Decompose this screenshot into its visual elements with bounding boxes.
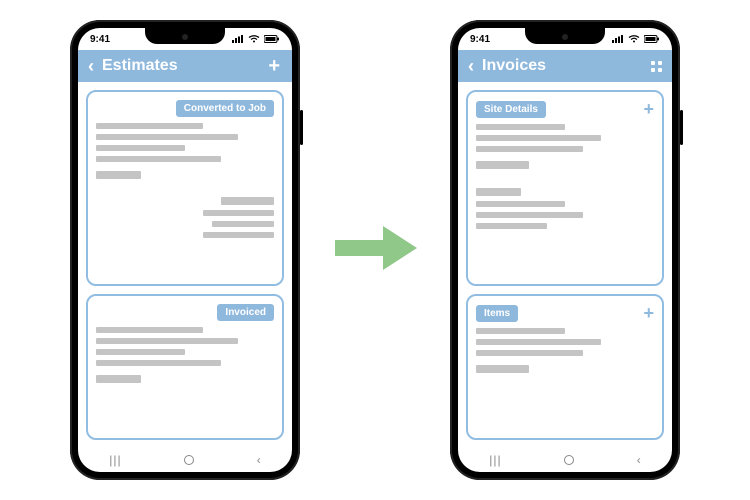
signal-icon — [232, 35, 244, 43]
add-site-detail-button[interactable]: + — [643, 100, 654, 118]
flow-arrow-icon — [325, 218, 425, 283]
estimate-card[interactable]: Invoiced — [86, 294, 284, 440]
phone-notch — [525, 28, 605, 44]
status-time: 9:41 — [90, 34, 110, 45]
section-card-site-details: Site Details + — [466, 90, 664, 286]
skeleton-line — [96, 375, 141, 383]
recents-button[interactable]: ||| — [489, 453, 501, 467]
status-badge: Converted to Job — [176, 100, 274, 117]
android-nav-bar: ||| ‹ — [458, 448, 672, 472]
skeleton-line — [476, 212, 583, 218]
back-button[interactable]: ‹ — [468, 57, 474, 75]
section-badge: Site Details — [476, 101, 546, 118]
skeleton-line — [203, 232, 274, 238]
skeleton-line — [476, 161, 529, 169]
app-header: ‹ Invoices — [458, 50, 672, 82]
skeleton-line — [96, 134, 238, 140]
skeleton-line — [476, 223, 547, 229]
battery-icon — [264, 35, 280, 43]
skeleton-line — [96, 171, 141, 179]
signal-icon — [612, 35, 624, 43]
home-button[interactable] — [184, 455, 194, 465]
phone-notch — [145, 28, 225, 44]
back-button[interactable]: ‹ — [88, 57, 94, 75]
section-card-items: Items + — [466, 294, 664, 440]
skeleton-line — [96, 349, 185, 355]
skeleton-line — [476, 188, 521, 196]
estimate-card[interactable]: Converted to Job — [86, 90, 284, 286]
skeleton-line — [476, 201, 565, 207]
recents-button[interactable]: ||| — [109, 453, 121, 467]
skeleton-line — [212, 221, 274, 227]
skeleton-line — [476, 350, 583, 356]
wifi-icon — [628, 35, 640, 43]
skeleton-line — [476, 339, 601, 345]
skeleton-line — [476, 124, 565, 130]
phone-mockup-estimates: 9:41 ‹ Estimates + Converted to Job — [70, 20, 300, 480]
content-area: Site Details + Items — [458, 82, 672, 448]
skeleton-line — [203, 210, 274, 216]
status-icons — [232, 35, 280, 43]
skeleton-line — [476, 135, 601, 141]
app-header: ‹ Estimates + — [78, 50, 292, 82]
content-area: Converted to Job — [78, 82, 292, 448]
section-badge: Items — [476, 305, 518, 322]
skeleton-line — [96, 123, 203, 129]
status-badge: Invoiced — [217, 304, 274, 321]
back-nav-button[interactable]: ‹ — [637, 453, 641, 467]
skeleton-line — [96, 156, 221, 162]
skeleton-line — [221, 197, 274, 205]
wifi-icon — [248, 35, 260, 43]
skeleton-line — [96, 145, 185, 151]
battery-icon — [644, 35, 660, 43]
android-nav-bar: ||| ‹ — [78, 448, 292, 472]
back-nav-button[interactable]: ‹ — [257, 453, 261, 467]
skeleton-line — [96, 327, 203, 333]
skeleton-line — [96, 338, 238, 344]
skeleton-line — [96, 360, 221, 366]
skeleton-line — [476, 365, 529, 373]
add-button[interactable]: + — [266, 56, 282, 76]
phone-mockup-invoices: 9:41 ‹ Invoices Site Details + — [450, 20, 680, 480]
status-time: 9:41 — [470, 34, 490, 45]
status-icons — [612, 35, 660, 43]
add-item-button[interactable]: + — [643, 304, 654, 322]
expand-icon[interactable] — [651, 61, 662, 72]
skeleton-line — [476, 146, 583, 152]
page-title: Estimates — [102, 57, 258, 75]
page-title: Invoices — [482, 57, 643, 75]
home-button[interactable] — [564, 455, 574, 465]
skeleton-line — [476, 328, 565, 334]
